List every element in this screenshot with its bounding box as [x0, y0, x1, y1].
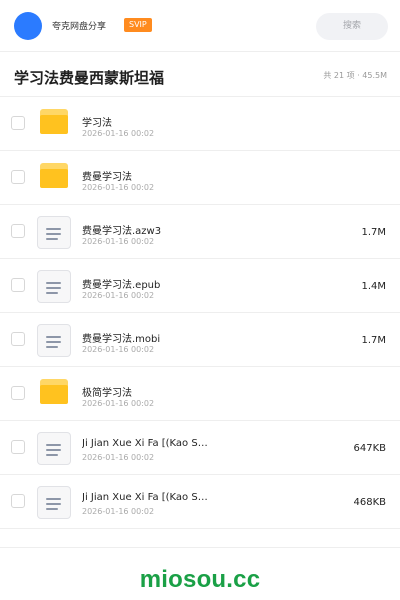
share-title-bar: 学习法费曼西蒙斯坦福 共 21 项 · 45.5M — [0, 53, 400, 97]
document-icon — [37, 486, 71, 519]
file-size: 647KB — [353, 443, 386, 454]
file-name[interactable]: 费曼学习法.epub — [82, 276, 160, 291]
share-summary: 共 21 项 · 45.5M — [323, 71, 387, 80]
file-size: 1.7M — [361, 335, 386, 346]
row-checkbox[interactable] — [11, 494, 25, 508]
file-name[interactable]: Ji Jian Xue Xi Fa [(Kao S… — [82, 438, 208, 449]
file-name[interactable]: 费曼学习法 — [82, 168, 132, 183]
row-checkbox[interactable] — [11, 332, 25, 346]
folder-icon — [36, 377, 72, 411]
file-size: 468KB — [353, 497, 386, 508]
header-bar: 夸克网盘分享 SVIP 搜索 — [0, 0, 400, 52]
file-row[interactable]: 费曼学习法.azw3 2026-01-16 00:02 1.7M — [0, 205, 400, 259]
file-list: 学习法 2026-01-16 00:02 费曼学习法 2026-01-16 00:02… — [0, 97, 400, 529]
row-checkbox[interactable] — [11, 170, 25, 184]
site-watermark: miosou.cc — [139, 566, 261, 593]
avatar[interactable] — [14, 12, 42, 40]
page-title: 学习法费曼西蒙斯坦福 — [14, 69, 165, 87]
row-checkbox[interactable] — [11, 116, 25, 130]
file-name[interactable]: 极简学习法 — [82, 384, 132, 399]
file-date: 2026-01-16 00:02 — [82, 399, 155, 408]
document-icon — [37, 270, 71, 303]
folder-row[interactable]: 费曼学习法 2026-01-16 00:02 — [0, 151, 400, 205]
document-icon — [37, 324, 71, 357]
file-name[interactable]: 学习法 — [82, 114, 112, 129]
file-date: 2026-01-16 00:02 — [82, 453, 155, 462]
file-date: 2026-01-16 00:02 — [82, 507, 155, 516]
file-date: 2026-01-16 00:02 — [82, 183, 155, 192]
search-input[interactable]: 搜索 — [316, 13, 388, 40]
folder-icon — [36, 161, 72, 195]
file-date: 2026-01-16 00:02 — [82, 129, 155, 138]
file-row[interactable]: 费曼学习法.epub 2026-01-16 00:02 1.4M — [0, 259, 400, 313]
file-name[interactable]: Ji Jian Xue Xi Fa [(Kao S… — [82, 492, 208, 503]
document-icon — [37, 432, 71, 465]
row-checkbox[interactable] — [11, 440, 25, 454]
file-size: 1.7M — [361, 227, 386, 238]
file-name[interactable]: 费曼学习法.mobi — [82, 330, 160, 345]
document-icon — [37, 216, 71, 249]
footer-divider — [0, 547, 400, 548]
row-checkbox[interactable] — [11, 278, 25, 292]
file-row[interactable]: Ji Jian Xue Xi Fa [(Kao S… 2026-01-16 00:… — [0, 475, 400, 529]
user-name[interactable]: 夸克网盘分享 — [52, 19, 106, 32]
folder-row[interactable]: 学习法 2026-01-16 00:02 — [0, 97, 400, 151]
file-row[interactable]: 费曼学习法.mobi 2026-01-16 00:02 1.7M — [0, 313, 400, 367]
folder-row[interactable]: 极简学习法 2026-01-16 00:02 — [0, 367, 400, 421]
file-date: 2026-01-16 00:02 — [82, 345, 155, 354]
row-checkbox[interactable] — [11, 224, 25, 238]
file-date: 2026-01-16 00:02 — [82, 291, 155, 300]
folder-icon — [36, 107, 72, 141]
row-checkbox[interactable] — [11, 386, 25, 400]
file-size: 1.4M — [361, 281, 386, 292]
file-row[interactable]: Ji Jian Xue Xi Fa [(Kao S… 2026-01-16 00:… — [0, 421, 400, 475]
file-name[interactable]: 费曼学习法.azw3 — [82, 222, 161, 237]
svip-badge: SVIP — [124, 18, 152, 32]
file-date: 2026-01-16 00:02 — [82, 237, 155, 246]
